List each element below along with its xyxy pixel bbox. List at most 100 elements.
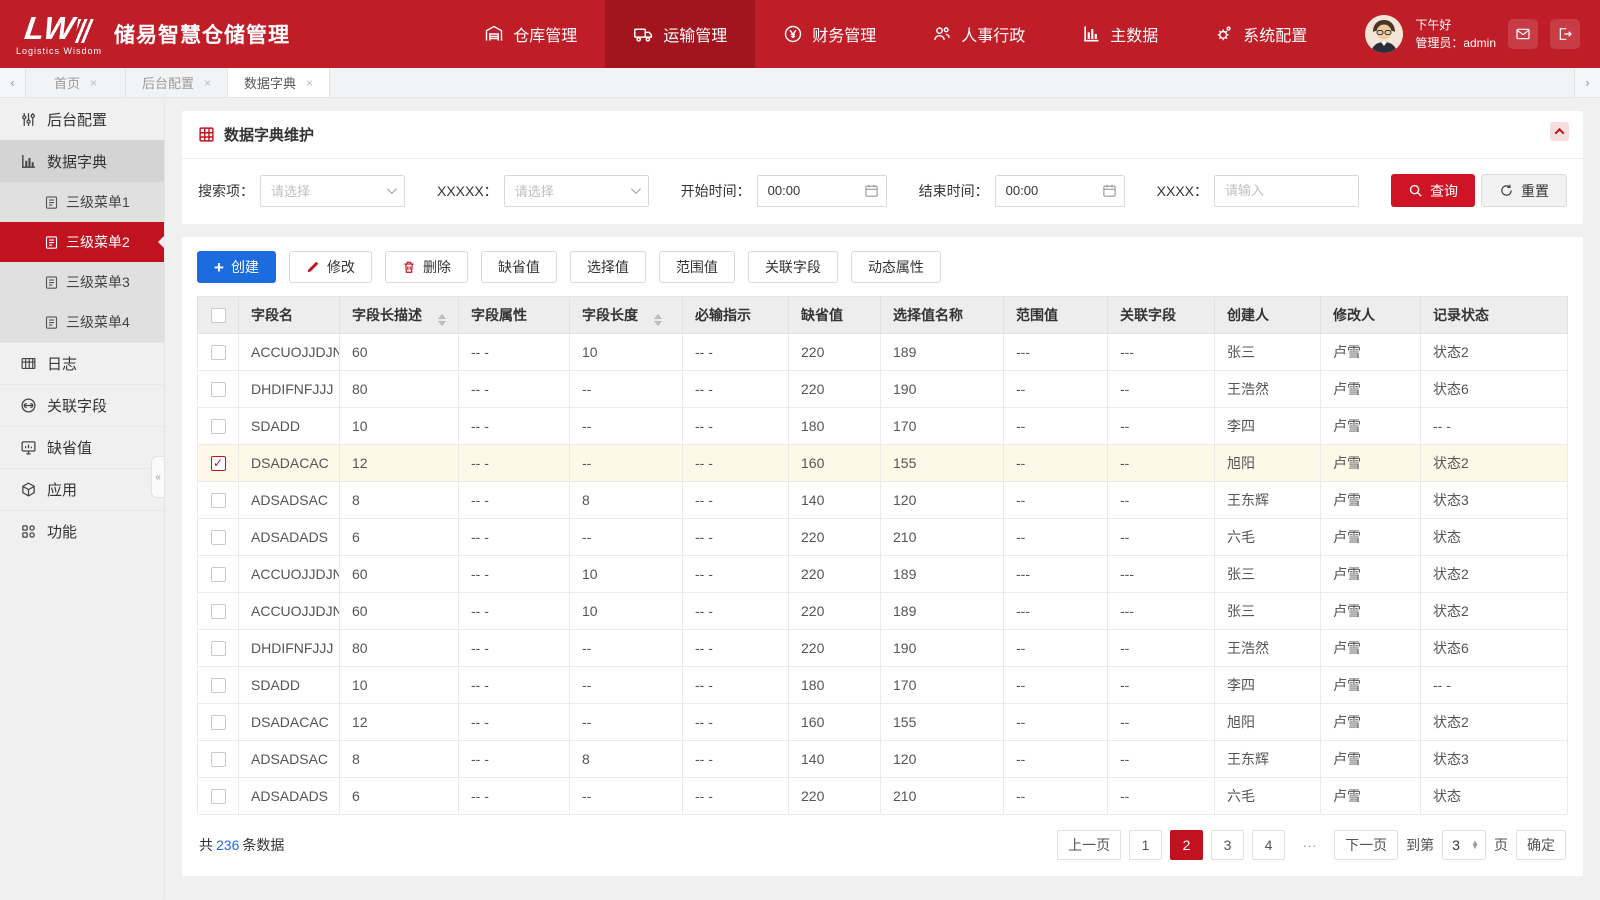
sidebar-item-data-dictionary[interactable]: 数据字典 [0, 140, 164, 182]
close-icon[interactable]: × [90, 76, 97, 90]
table-cell: -- [1003, 666, 1108, 704]
default-value-button[interactable]: 缺省值 [480, 251, 557, 283]
column-header[interactable]: 字段名 [238, 296, 340, 334]
table-row: DHDIFNFJJJ 80 -- - -- -- -220 190 -- -- 王浩然 卢雪 状态6 [197, 629, 1568, 667]
table-cell: 李四 [1214, 666, 1321, 704]
tab-scroll-right[interactable]: › [1574, 68, 1600, 97]
confirm-button[interactable]: 确定 [1516, 830, 1566, 860]
nav-item-config[interactable]: 系统配置 [1186, 0, 1335, 68]
table-cell: -- - [682, 370, 789, 408]
row-checkbox[interactable]: ✓ [210, 456, 226, 472]
table-cell: -- - [458, 518, 570, 556]
row-checkbox[interactable] [210, 530, 226, 546]
row-checkbox[interactable] [210, 345, 226, 361]
row-checkbox-cell [197, 370, 239, 408]
dynamic-attr-button[interactable]: 动态属性 [850, 251, 941, 283]
sidebar-subitem-menu1[interactable]: 三级菜单1 [0, 182, 164, 222]
sidebar-subitem-menu2[interactable]: 三级菜单2 [0, 222, 164, 262]
row-checkbox-cell [197, 592, 239, 630]
choice-value-button[interactable]: 选择值 [569, 251, 646, 283]
table-row: ACCUOJJDJN 60 -- -10 -- -220 189 --- --- 张三 卢雪 状态… [197, 555, 1568, 593]
tab-scroll-left[interactable]: ‹ [0, 68, 26, 97]
sidebar-item-function[interactable]: 功能 [0, 510, 164, 552]
row-checkbox[interactable] [210, 678, 226, 694]
column-header[interactable]: 创建人 [1214, 296, 1321, 334]
panel-collapse-button[interactable] [1550, 122, 1569, 141]
column-header[interactable]: 字段属性 [458, 296, 570, 334]
row-checkbox[interactable] [210, 752, 226, 768]
column-header[interactable]: 必输指示 [682, 296, 789, 334]
page-button[interactable]: 4 [1252, 830, 1286, 860]
table-cell: --- [1003, 555, 1108, 593]
sort-icon[interactable] [438, 313, 446, 326]
apps-icon [20, 523, 37, 540]
row-checkbox[interactable] [210, 789, 226, 805]
tab-backend-config[interactable]: 后台配置 × [126, 68, 229, 97]
close-icon[interactable]: × [204, 76, 211, 90]
sort-icon[interactable] [654, 313, 662, 326]
nav-item-finance[interactable]: 财务管理 [755, 0, 904, 68]
tab-data-dictionary[interactable]: 数据字典 × [228, 68, 331, 97]
column-header[interactable]: 关联字段 [1107, 296, 1215, 334]
prev-page-button[interactable]: 上一页 [1057, 830, 1122, 860]
sidebar-item-default-value[interactable]: 缺省值 [0, 426, 164, 468]
page-button[interactable]: 2 [1170, 830, 1204, 860]
nav-item-masterdata[interactable]: 主数据 [1053, 0, 1186, 68]
tab-home[interactable]: 首页 × [26, 68, 126, 97]
row-checkbox[interactable] [210, 641, 226, 657]
xxxx-input[interactable] [1214, 174, 1359, 207]
related-field-button[interactable]: 关联字段 [747, 251, 838, 283]
row-checkbox[interactable] [210, 382, 226, 398]
xxxxx-select[interactable]: 请选择 [503, 174, 649, 207]
sidebar-subitem-menu3[interactable]: 三级菜单3 [0, 262, 164, 302]
column-header-sortable[interactable]: 字段长描述 [339, 296, 459, 334]
stepper-icon[interactable]: ▲ ▼ [1471, 838, 1479, 851]
row-checkbox[interactable] [210, 715, 226, 731]
row-checkbox[interactable] [210, 493, 226, 509]
search-item-select[interactable]: 请选择 [260, 174, 405, 207]
reset-button[interactable]: 重置 [1480, 174, 1567, 207]
logo-lw: LW [22, 10, 95, 46]
sidebar-item-application[interactable]: 应用 [0, 468, 164, 510]
sidebar-item-log[interactable]: 日志 [0, 342, 164, 384]
sidebar-item-backend-config[interactable]: 后台配置 [0, 98, 164, 140]
nav-item-transport[interactable]: 运输管理 [605, 0, 756, 68]
next-page-button[interactable]: 下一页 [1334, 830, 1399, 860]
mail-button[interactable] [1508, 19, 1538, 49]
delete-button[interactable]: 删除 [384, 251, 468, 283]
query-button[interactable]: 查询 [1390, 174, 1475, 207]
avatar[interactable] [1365, 15, 1404, 53]
calendar-icon[interactable] [1102, 183, 1117, 198]
select-all-checkbox[interactable] [210, 308, 226, 324]
table-cell: 卢雪 [1320, 629, 1421, 667]
logout-button[interactable] [1550, 19, 1580, 49]
sidebar-item-related-fields[interactable]: 关联字段 [0, 384, 164, 426]
row-checkbox[interactable] [210, 604, 226, 620]
create-button[interactable]: + 创建 [197, 251, 276, 283]
edit-button[interactable]: 修改 [288, 251, 372, 283]
column-header[interactable]: 缺省值 [788, 296, 881, 334]
page-button[interactable]: 1 [1129, 830, 1163, 860]
close-icon[interactable]: × [306, 76, 313, 90]
column-header[interactable]: 选择值名称 [880, 296, 1004, 334]
row-checkbox[interactable] [210, 567, 226, 583]
user-info[interactable]: 下午好 管理员：admin [1415, 16, 1496, 52]
pagination: 上一页1234··· 下一页 到第 ▲▼ 页 确定 [1057, 830, 1566, 860]
column-header[interactable]: 修改人 [1320, 296, 1421, 334]
calendar-icon[interactable] [864, 183, 879, 198]
table-row: ✓ DSADACAC 12 -- - -- -- -160 155 -- -- 旭阳 卢雪 状态2 [197, 444, 1568, 482]
row-checkbox[interactable] [210, 419, 226, 435]
sidebar-collapse-handle[interactable]: « [151, 456, 164, 498]
nav-item-warehouse[interactable]: 仓库管理 [456, 0, 605, 68]
row-checkbox-cell [197, 555, 239, 593]
row-checkbox-cell [197, 629, 239, 667]
table-cell: 140 [788, 740, 881, 778]
column-header[interactable]: 记录状态 [1420, 296, 1568, 334]
range-value-button[interactable]: 范围值 [658, 251, 735, 283]
sidebar-subitem-menu4[interactable]: 三级菜单4 [0, 302, 164, 342]
page-jump-input[interactable] [1445, 837, 1468, 853]
nav-item-hr[interactable]: 人事行政 [904, 0, 1053, 68]
column-header[interactable]: 范围值 [1003, 296, 1108, 334]
column-header-sortable[interactable]: 字段长度 [569, 296, 683, 334]
page-button[interactable]: 3 [1211, 830, 1245, 860]
